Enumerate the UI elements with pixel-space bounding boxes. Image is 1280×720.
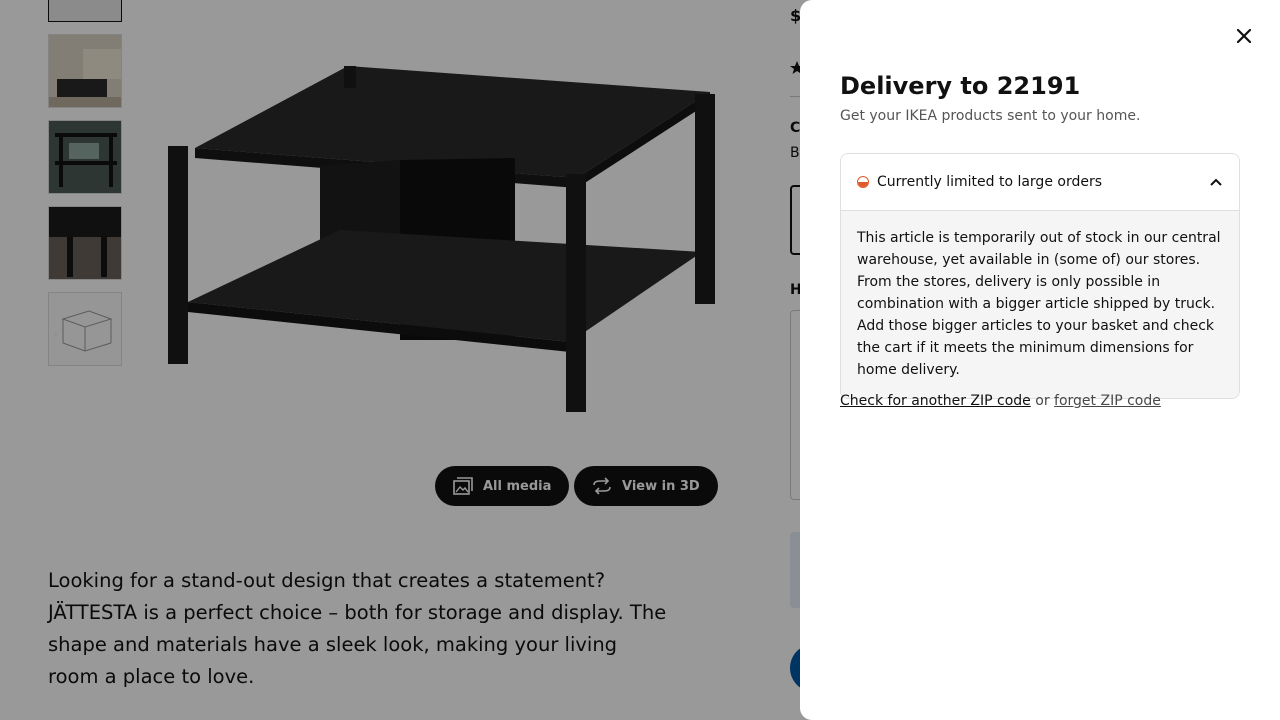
delivery-status-accordion: Currently limited to large orders This a… xyxy=(840,153,1240,399)
check-another-zip-link[interactable]: Check for another ZIP code xyxy=(840,393,1031,409)
accordion-header[interactable]: Currently limited to large orders xyxy=(841,154,1239,211)
zip-code-links: Check for another ZIP code or forget ZIP… xyxy=(840,393,1161,409)
status-indicator-icon xyxy=(857,176,869,188)
close-icon xyxy=(1236,28,1252,44)
status-description: This article is temporarily out of stock… xyxy=(841,211,1239,398)
modal-subtitle: Get your IKEA products sent to your home… xyxy=(840,108,1141,124)
forget-zip-link[interactable]: forget ZIP code xyxy=(1054,393,1161,409)
close-button[interactable] xyxy=(1226,18,1262,54)
links-separator: or xyxy=(1035,393,1050,409)
modal-title: Delivery to 22191 xyxy=(840,72,1081,100)
chevron-up-icon xyxy=(1210,178,1222,186)
status-label: Currently limited to large orders xyxy=(877,174,1103,190)
